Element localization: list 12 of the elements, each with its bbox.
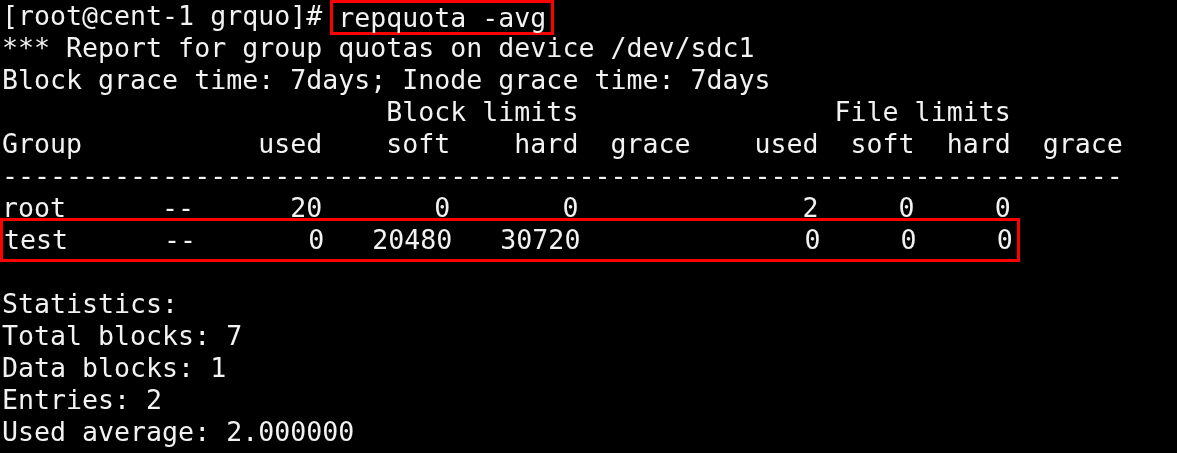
terminal-line: Group used soft hard grace used soft hard grace: [2, 128, 1124, 160]
terminal-line: Block grace time: 7days; Inode grace time: 7days: [2, 64, 772, 96]
terminal-line: Data blocks: 1: [2, 352, 228, 384]
terminal-line: ----------------------------------------------------------------------: [2, 160, 1124, 192]
terminal-line: Statistics:: [2, 288, 180, 320]
command-text: repquota -avg: [330, 0, 555, 35]
terminal-line: Total blocks: 7: [2, 320, 244, 352]
terminal-line: Block limits File limits: [385, 96, 1012, 128]
terminal-line: Used average: 2.000000: [2, 416, 356, 448]
terminal-line: *** Report for group quotas on device /dev/sdc1: [2, 32, 756, 64]
terminal-line: Entries: 2: [2, 384, 164, 416]
shell-prompt: [root@cent-1 grquo]#: [2, 0, 323, 32]
